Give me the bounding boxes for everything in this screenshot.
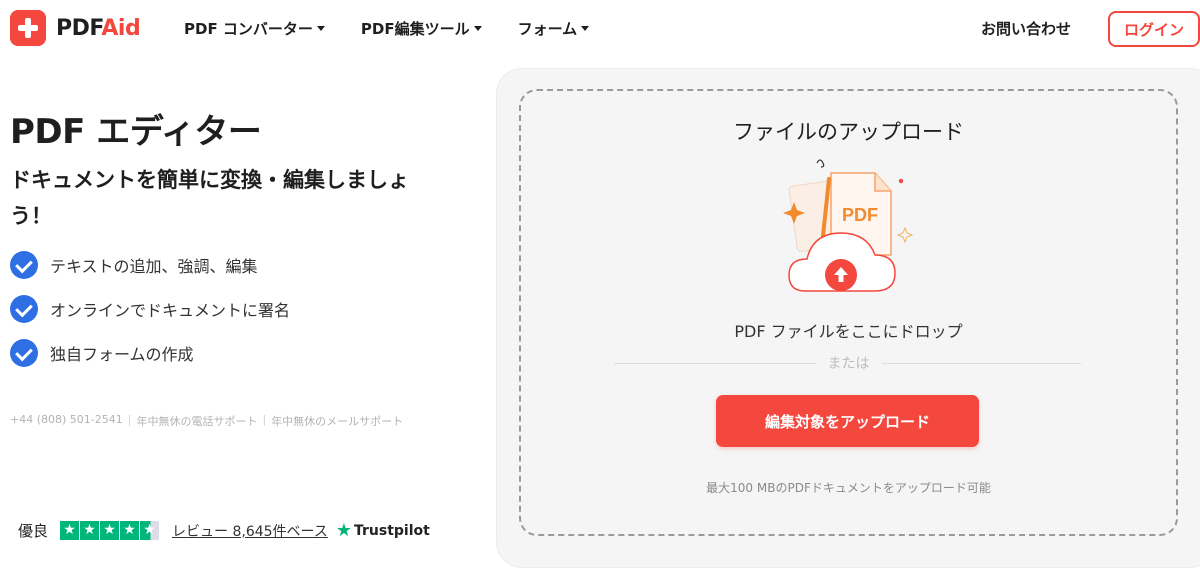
or-separator: または — [519, 353, 1178, 373]
nav-pdf-edit-tools-label: PDF編集ツール — [360, 20, 470, 38]
nav-pdf-converter[interactable]: PDF コンバーター — [184, 18, 325, 39]
feature-label: 独自フォームの作成 — [50, 345, 194, 364]
file-size-limit: 最大100 MBのPDFドキュメントをアップロード可能 — [706, 481, 991, 495]
brand-name: PDFAid — [56, 15, 141, 41]
check-circle-icon — [10, 251, 38, 279]
main-nav: PDF コンバーター PDF編集ツール フォーム — [184, 18, 625, 39]
pdf-upload-illustration: PDF — [783, 159, 914, 292]
page-title: PDF エディター — [10, 112, 262, 152]
caret-down-icon — [473, 26, 482, 31]
reviews-link[interactable]: レビュー 8,645件ベース — [172, 521, 328, 541]
caret-down-icon — [316, 26, 325, 31]
login-button[interactable]: ログイン — [1108, 11, 1200, 47]
feature-label: テキストの追加、強調、編集 — [50, 257, 258, 276]
trustpilot-rating: 優良 ★ ★ ★ ★ ★ レビュー 8,645件ベース ★ Trustpilot — [18, 520, 430, 541]
support-phone[interactable]: +44 (808) 501-2541 — [10, 413, 123, 429]
upload-title: ファイルのアップロード — [733, 120, 964, 144]
half-star-icon: ★ — [140, 521, 160, 540]
trustpilot-star-icon: ★ — [335, 520, 352, 541]
nav-forms-label: フォーム — [517, 20, 578, 38]
feature-item: オンラインでドキュメントに署名 — [10, 294, 290, 324]
star-icon: ★ — [60, 521, 80, 540]
nav-pdf-converter-label: PDF コンバーター — [184, 20, 313, 38]
caret-down-icon — [581, 26, 590, 31]
top-header: PDFAid PDF コンバーター PDF編集ツール フォーム お問い合わせ ロ… — [0, 0, 1200, 58]
rating-stars: ★ ★ ★ ★ ★ — [60, 521, 160, 540]
brand-name-aid: Aid — [101, 15, 141, 41]
nav-forms[interactable]: フォーム — [518, 18, 590, 39]
feature-label: オンラインでドキュメントに署名 — [50, 301, 291, 320]
separator: | — [262, 413, 267, 426]
page-subtitle: ドキュメントを簡単に変換・編集しましょう！ — [10, 168, 409, 228]
rating-word: 優良 — [18, 522, 49, 540]
or-label: または — [815, 356, 882, 372]
brand-name-pdf: PDF — [56, 15, 102, 41]
check-circle-icon — [10, 295, 38, 323]
separator: | — [127, 413, 132, 426]
trustpilot-logo: Trustpilot — [354, 522, 430, 539]
phone-support-text: 年中無休の電話サポート — [136, 415, 258, 428]
support-info: +44 (808) 501-2541 | 年中無休の電話サポート | 年中無休の… — [10, 413, 403, 429]
check-circle-icon — [10, 339, 38, 367]
plus-icon — [10, 10, 46, 46]
star-icon: ★ — [120, 521, 140, 540]
mail-support-text: 年中無休のメールサポート — [271, 415, 404, 428]
nav-pdf-edit-tools[interactable]: PDF編集ツール — [361, 18, 482, 39]
illustration-pdf-label: PDF — [842, 205, 878, 225]
feature-item: 独自フォームの作成 — [10, 338, 290, 368]
feature-list: テキストの追加、強調、編集 オンラインでドキュメントに署名 独自フォームの作成 — [10, 250, 290, 382]
upload-button[interactable]: 編集対象をアップロード — [716, 395, 979, 447]
drop-instruction: PDF ファイルをここにドロップ — [734, 322, 963, 341]
contact-link[interactable]: お問い合わせ — [981, 18, 1071, 39]
feature-item: テキストの追加、強調、編集 — [10, 250, 290, 280]
brand-logo[interactable]: PDFAid — [10, 10, 141, 46]
star-icon: ★ — [80, 521, 100, 540]
star-icon: ★ — [100, 521, 120, 540]
